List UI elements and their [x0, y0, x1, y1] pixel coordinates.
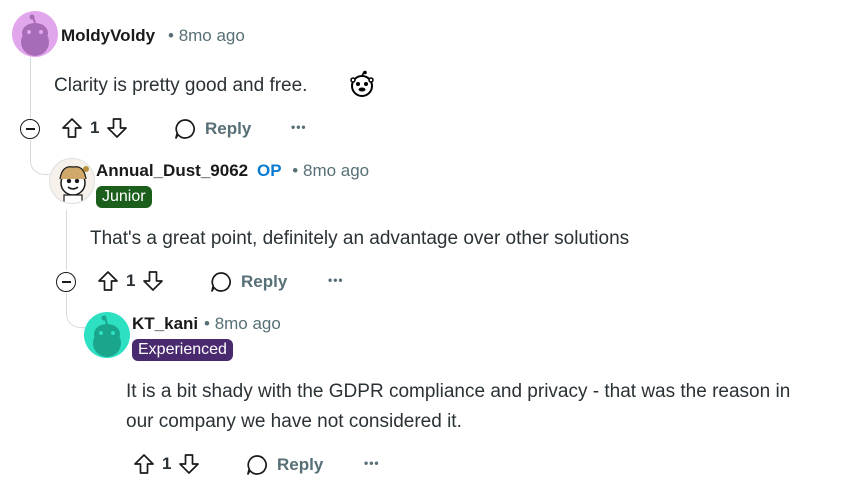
comment-meta: • 8mo ago: [204, 314, 281, 334]
upvote-arrow-icon: [62, 118, 82, 138]
username[interactable]: MoldyVoldy: [61, 26, 155, 46]
vote-count: 1: [162, 454, 172, 473]
more-options-button[interactable]: •••: [364, 456, 380, 470]
collapse-thread-button[interactable]: [20, 119, 40, 139]
reply-label: Reply: [277, 455, 324, 474]
separator-dot: •: [292, 161, 299, 180]
timestamp[interactable]: 8mo ago: [303, 161, 369, 180]
thread-line-level2: [66, 210, 67, 270]
comment-bubble-icon: [211, 272, 231, 292]
username[interactable]: KT_kani: [132, 314, 198, 334]
reply-label: Reply: [205, 119, 252, 138]
comment-bubble-icon: [247, 455, 267, 475]
username[interactable]: Annual_Dust_9062: [96, 161, 248, 181]
reply-button[interactable]: Reply: [173, 117, 251, 141]
snoo-avatar-icon: [93, 315, 121, 357]
separator-dot: •: [168, 26, 174, 45]
thread-curve-level1: [30, 140, 49, 175]
more-options-icon: •••: [291, 120, 307, 134]
upvote-button[interactable]: [132, 452, 156, 476]
downvote-arrow-icon: [179, 454, 200, 474]
more-options-icon: •••: [328, 273, 344, 287]
reply-button[interactable]: Reply: [209, 270, 287, 294]
comment-actions: 1: [60, 116, 129, 140]
comment-body-line-1: It is a bit shady with the GDPR complian…: [126, 381, 791, 402]
timestamp[interactable]: 8mo ago: [215, 314, 281, 333]
op-badge: OP: [257, 161, 282, 180]
vote-count: 1: [126, 271, 136, 290]
comment-body: That's a great point, definitely an adva…: [90, 228, 630, 249]
reply-button[interactable]: Reply: [245, 453, 323, 477]
comment-actions: 1: [96, 269, 165, 293]
user-flair: Junior: [96, 186, 152, 208]
comment-meta: • 8mo ago: [168, 26, 245, 46]
avatar[interactable]: [12, 11, 58, 57]
thread-line-level1: [30, 58, 31, 118]
vote-count: 1: [90, 118, 100, 137]
comment-bubble-icon: [175, 119, 195, 139]
upvote-button[interactable]: [60, 116, 84, 140]
upvote-button[interactable]: [96, 269, 120, 293]
snoo-avatar-icon: [50, 159, 94, 203]
more-options-icon: •••: [364, 456, 380, 470]
comment-meta: OP • 8mo ago: [257, 161, 369, 181]
upvote-arrow-icon: [98, 271, 118, 291]
more-options-button[interactable]: •••: [328, 273, 344, 287]
separator-dot: •: [204, 314, 210, 333]
avatar[interactable]: [84, 312, 130, 358]
snoo-emoji-icon: [348, 70, 376, 98]
downvote-arrow-icon: [143, 271, 164, 291]
thread-curve-level2: [66, 293, 85, 328]
reply-label: Reply: [241, 272, 288, 291]
user-flair: Experienced: [132, 339, 233, 361]
downvote-button[interactable]: [141, 269, 165, 293]
comment-body: Clarity is pretty good and free.: [54, 75, 308, 96]
snoo-avatar-icon: [21, 14, 49, 56]
upvote-arrow-icon: [134, 454, 154, 474]
avatar[interactable]: [49, 158, 95, 204]
downvote-button[interactable]: [105, 116, 129, 140]
downvote-arrow-icon: [107, 118, 128, 138]
collapse-thread-button[interactable]: [56, 272, 76, 292]
more-options-button[interactable]: •••: [291, 120, 307, 134]
timestamp[interactable]: 8mo ago: [179, 26, 245, 45]
comment-actions: 1: [132, 452, 201, 476]
comment-body-line-2: our company we have not considered it.: [126, 411, 462, 432]
downvote-button[interactable]: [177, 452, 201, 476]
